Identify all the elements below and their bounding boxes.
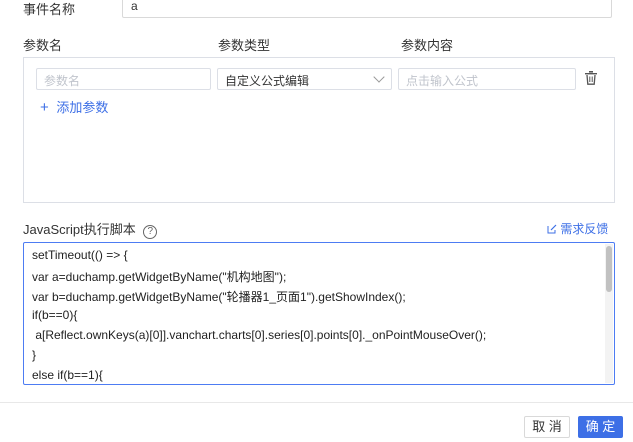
script-editor[interactable]: setTimeout(() => { var a=duchamp.getWidg… bbox=[23, 242, 615, 385]
feedback-label: 需求反馈 bbox=[560, 222, 609, 236]
param-name-input[interactable]: 参数名 bbox=[36, 68, 211, 90]
param-content-placeholder: 点击输入公式 bbox=[406, 74, 479, 88]
code-line: var a=duchamp.getWidgetByName("机构地图"); bbox=[32, 270, 287, 284]
confirm-button[interactable]: 确 定 bbox=[578, 416, 623, 438]
code-line: } bbox=[32, 348, 37, 362]
add-param-label: 添加参数 bbox=[56, 100, 109, 115]
help-icon[interactable]: ? bbox=[143, 225, 158, 239]
code-line: setTimeout(() => { bbox=[32, 248, 128, 262]
param-type-select[interactable]: 自定义公式编辑 bbox=[217, 68, 392, 90]
event-name-input[interactable]: a bbox=[122, 0, 612, 18]
chevron-down-icon bbox=[373, 71, 385, 83]
footer-divider bbox=[0, 402, 633, 403]
script-label: JavaScript执行脚本 ? bbox=[23, 219, 158, 239]
param-type-value: 自定义公式编辑 bbox=[225, 74, 310, 88]
feedback-link[interactable]: 需求反馈 bbox=[547, 220, 608, 237]
code-line: var b=duchamp.getWidgetByName("轮播器1_页面1"… bbox=[32, 290, 406, 304]
edit-icon bbox=[547, 222, 560, 236]
param-name-placeholder: 参数名 bbox=[44, 74, 81, 88]
editor-scrollbar-thumb[interactable] bbox=[606, 246, 612, 292]
plus-icon: + bbox=[40, 99, 49, 116]
add-param-button[interactable]: + 添加参数 bbox=[40, 97, 108, 116]
param-content-input[interactable]: 点击输入公式 bbox=[398, 68, 576, 90]
code-line: if(b==0){ bbox=[32, 308, 78, 322]
code-line: else if(b==1){ bbox=[32, 368, 103, 382]
script-label-text: JavaScript执行脚本 bbox=[23, 222, 136, 237]
trash-icon[interactable] bbox=[585, 71, 597, 88]
code-line: a[Reflect.ownKeys(a)[0]].vanchart.charts… bbox=[32, 328, 487, 342]
event-name-label: 事件名称 bbox=[23, 2, 76, 17]
param-type-header: 参数类型 bbox=[218, 38, 271, 53]
param-name-header: 参数名 bbox=[23, 38, 63, 53]
param-content-header: 参数内容 bbox=[401, 38, 454, 53]
cancel-button[interactable]: 取 消 bbox=[524, 416, 570, 438]
params-panel: 参数名 自定义公式编辑 点击输入公式 + 添加参数 bbox=[23, 57, 615, 203]
